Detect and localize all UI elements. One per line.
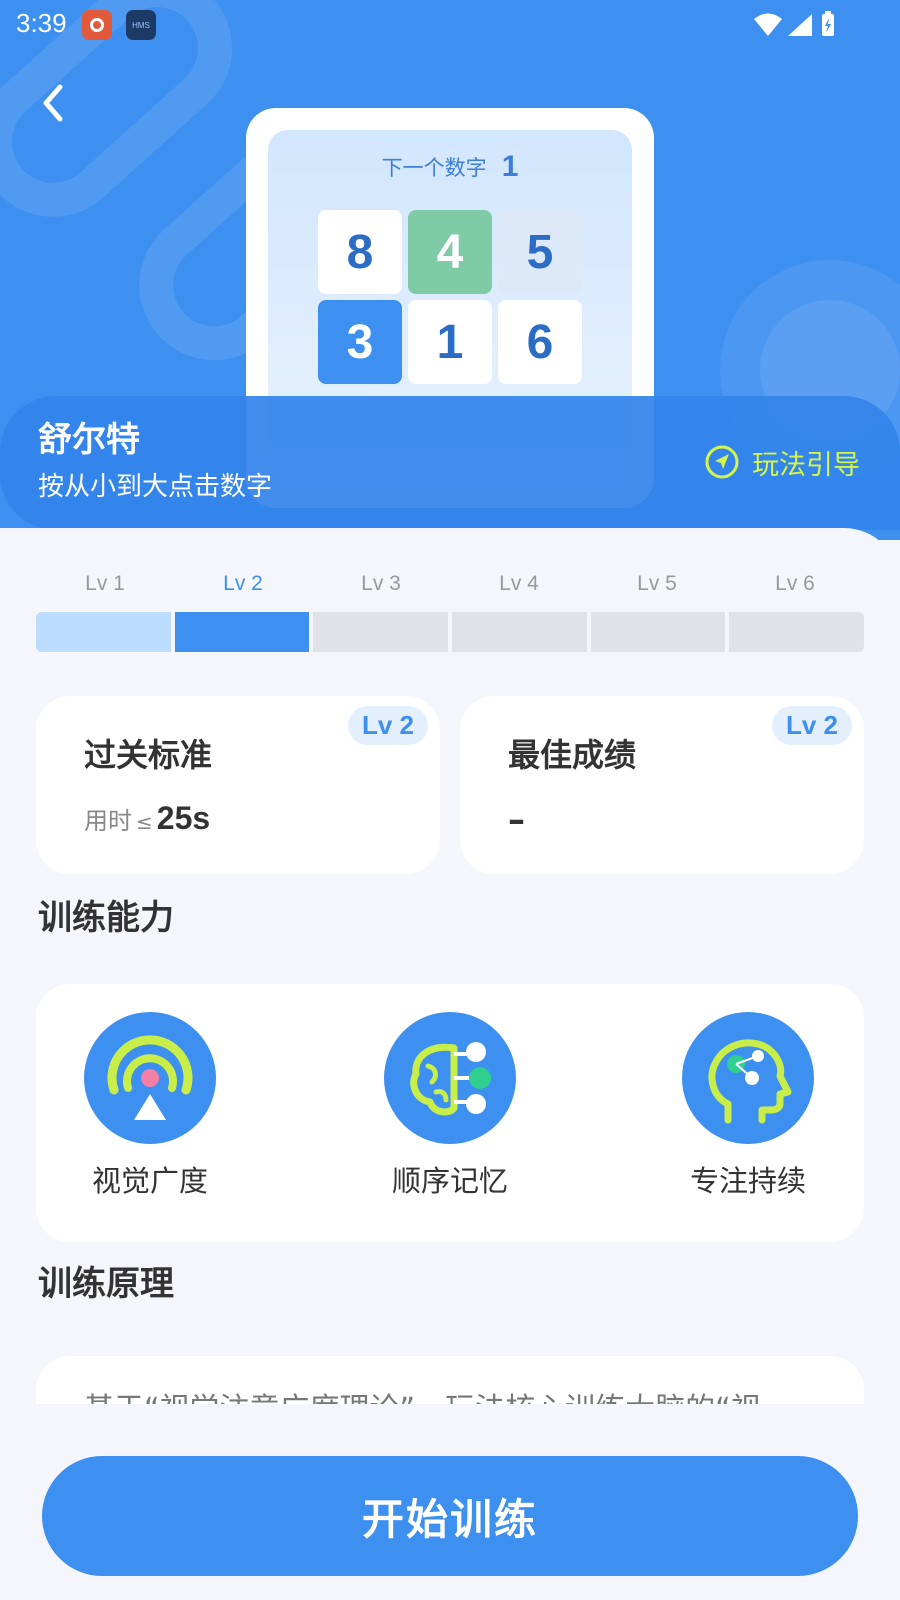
signal-icon [788, 14, 812, 36]
status-time: 3:39 [16, 8, 67, 38]
chevron-left-icon [43, 84, 63, 122]
level-segment[interactable] [313, 612, 449, 652]
hms-app-icon: HMS [126, 10, 156, 40]
level-segment-current[interactable] [174, 612, 310, 652]
level-label[interactable]: Lv 4 [450, 572, 588, 596]
pass-standard-title: 过关标准 [84, 736, 213, 774]
level-segment[interactable] [590, 612, 726, 652]
level-progress-bar [36, 612, 864, 652]
pass-standard-card: Lv 2 过关标准 用时 ≤25s [36, 696, 440, 874]
battery-icon [822, 11, 834, 36]
level-label[interactable]: Lv 6 [726, 572, 864, 596]
navigation-arrow-icon [705, 445, 739, 479]
time-limit: 25s [156, 800, 211, 836]
start-training-button[interactable]: 开始训练 [42, 1456, 858, 1576]
brain-network-icon [384, 1012, 516, 1144]
level-label-current[interactable]: Lv 2 [174, 572, 312, 596]
play-guide-label: 玩法引导 [752, 449, 860, 481]
best-score-title: 最佳成绩 [508, 736, 637, 774]
ability-item: 专注持续 [658, 1012, 838, 1200]
best-score-value: – [508, 800, 525, 840]
level-segment[interactable] [36, 612, 171, 652]
next-number-value: 1 [501, 150, 519, 183]
ability-label: 顺序记忆 [391, 1164, 508, 1198]
level-segment[interactable] [452, 612, 587, 652]
game-subtitle: 按从小到大点击数字 [38, 472, 273, 502]
ability-label: 视觉广度 [91, 1164, 208, 1198]
level-segment[interactable] [729, 612, 864, 652]
back-button[interactable] [28, 78, 78, 128]
best-score-card: Lv 2 最佳成绩 – [460, 696, 864, 874]
status-bar: 3:39 HMS [0, 0, 900, 50]
wifi-icon [754, 13, 782, 36]
abilities-card: 视觉广度 顺序记忆 专注持续 [36, 984, 864, 1242]
number-tile[interactable]: 3 [318, 300, 402, 384]
pass-standard-value: 用时 ≤25s [84, 800, 210, 837]
play-guide-button[interactable]: 玩法引导 [704, 442, 860, 482]
ability-item: 顺序记忆 [360, 1012, 540, 1200]
level-badge: Lv 2 [771, 706, 852, 745]
less-equal-symbol: ≤ [136, 810, 153, 834]
ability-label: 专注持续 [689, 1164, 806, 1198]
next-number-label: 下一个数字 [381, 156, 487, 180]
number-tile[interactable]: 5 [498, 210, 582, 294]
level-label[interactable]: Lv 3 [312, 572, 450, 596]
radar-icon [84, 1012, 216, 1144]
number-tile[interactable]: 4 [408, 210, 492, 294]
status-indicators [754, 11, 834, 36]
level-selector: Lv 1 Lv 2 Lv 3 Lv 4 Lv 5 Lv 6 [36, 572, 864, 652]
notification-app-icon [82, 10, 112, 40]
number-tile[interactable]: 8 [318, 210, 402, 294]
ability-item: 视觉广度 [60, 1012, 240, 1200]
level-label[interactable]: Lv 1 [36, 572, 174, 596]
hero-banner: 3:39 HMS 下一个数字 1 8 4 5 3 1 6 舒尔特 按从小到大点击… [0, 0, 900, 540]
level-label[interactable]: Lv 5 [588, 572, 726, 596]
time-label: 用时 [84, 807, 132, 835]
game-title: 舒尔特 [38, 420, 140, 460]
next-number-indicator: 下一个数字 1 [268, 150, 632, 184]
abilities-section-title: 训练能力 [38, 898, 174, 938]
number-tile[interactable]: 6 [498, 300, 582, 384]
principle-section-title: 训练原理 [38, 1264, 174, 1304]
head-focus-icon [682, 1012, 814, 1144]
level-badge: Lv 2 [347, 706, 428, 745]
number-grid: 8 4 5 3 1 6 [318, 210, 588, 384]
number-tile[interactable]: 1 [408, 300, 492, 384]
level-labels: Lv 1 Lv 2 Lv 3 Lv 4 Lv 5 Lv 6 [36, 572, 864, 596]
